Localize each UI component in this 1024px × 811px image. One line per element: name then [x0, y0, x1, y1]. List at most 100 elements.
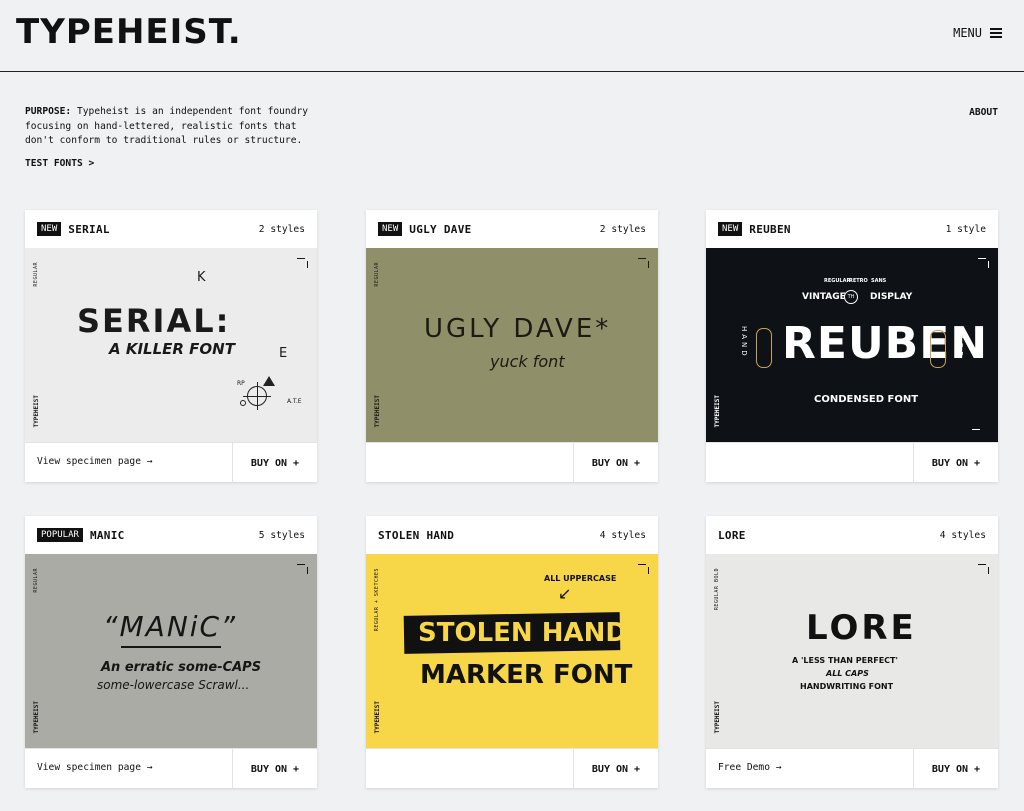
- specimen-brand: TYPEHEIST: [714, 701, 721, 734]
- card-header: POPULAR MANIC 5 styles: [25, 516, 317, 554]
- test-fonts-link[interactable]: TEST FONTS >: [25, 158, 94, 169]
- card-footer: View specimen page → BUY ON +: [25, 442, 317, 483]
- buy-on-button[interactable]: BUY ON +: [232, 443, 317, 483]
- card-header: LORE 4 styles: [706, 516, 998, 554]
- corner-mark-icon: [297, 258, 308, 268]
- hand-icon: [930, 330, 946, 368]
- specimen-main-text: STOLEN HAND: [418, 618, 627, 648]
- font-title[interactable]: LORE: [718, 529, 746, 542]
- corner-mark-icon: [972, 429, 980, 430]
- specimen-style-label: REGULAR: [33, 568, 39, 593]
- view-specimen-link[interactable]: View specimen page →: [37, 456, 153, 467]
- specimen-note-text: ALL UPPERCASE: [544, 574, 617, 583]
- hamburger-icon: [990, 28, 1002, 38]
- card-footer: BUY ON +: [366, 748, 658, 789]
- font-specimen-image[interactable]: REGULAR “MANiC” An erratic some-CAPS som…: [25, 554, 317, 748]
- card-header: STOLEN HAND 4 styles: [366, 516, 658, 554]
- card-footer: BUY ON +: [366, 442, 658, 483]
- menu-button[interactable]: MENU: [953, 26, 1002, 40]
- specimen-small-text: VINTAGE: [802, 292, 846, 302]
- specimen-brand: TYPEHEIST: [33, 395, 40, 428]
- specimen-mark-text: RP: [237, 380, 245, 387]
- specimen-sub-text: MARKER FONT: [420, 660, 633, 690]
- style-count: 2 styles: [258, 223, 305, 235]
- specimen-style-label: REGULAR: [374, 262, 380, 287]
- specimen-brand: TYPEHEIST: [33, 701, 40, 734]
- style-count: 2 styles: [599, 223, 646, 235]
- specimen-sub-text: An erratic some-CAPS: [101, 660, 262, 675]
- font-card-reuben[interactable]: NEW REUBEN 1 style REGULAR RETRO SANS VI…: [706, 210, 998, 483]
- menu-label: MENU: [953, 26, 982, 40]
- new-badge: NEW: [37, 222, 62, 236]
- font-title[interactable]: REUBEN: [749, 223, 791, 236]
- specimen-small-text: DISPLAY: [870, 292, 913, 302]
- font-specimen-image[interactable]: REGULAR BOLD LORE A 'LESS THAN PERFECT' …: [706, 554, 998, 748]
- card-footer: View specimen page → BUY ON +: [25, 748, 317, 789]
- font-specimen-image[interactable]: REGULAR RETRO SANS VINTAGE TH DISPLAY RE…: [706, 248, 998, 442]
- card-header: NEW REUBEN 1 style: [706, 210, 998, 248]
- buy-on-button[interactable]: BUY ON +: [573, 443, 658, 483]
- arrow-down-icon: ↙: [558, 584, 572, 603]
- about-link[interactable]: ABOUT: [969, 107, 998, 118]
- th-badge-icon: TH: [844, 290, 858, 304]
- specimen-small-text: REGULAR: [824, 278, 851, 284]
- new-badge: NEW: [378, 222, 403, 236]
- specimen-main-text: SERIAL:: [77, 302, 231, 340]
- view-specimen-link[interactable]: View specimen page →: [37, 762, 153, 773]
- specimen-style-label: REGULAR: [33, 262, 39, 287]
- font-card-serial[interactable]: NEW SERIAL 2 styles REGULAR K SERIAL: A …: [25, 210, 317, 483]
- buy-on-button[interactable]: BUY ON +: [573, 749, 658, 789]
- font-specimen-image[interactable]: REGULAR K SERIAL: A KILLER FONT E RP A.T…: [25, 248, 317, 442]
- style-count: 5 styles: [258, 529, 305, 541]
- buy-on-button[interactable]: BUY ON +: [232, 749, 317, 789]
- specimen-sub-text: A KILLER FONT: [109, 340, 235, 358]
- specimen-style-label: REGULAR BOLD: [714, 568, 720, 611]
- specimen-main-text: UGLY DAVE*: [424, 314, 612, 344]
- corner-mark-icon: [978, 258, 989, 268]
- font-title[interactable]: UGLY DAVE: [409, 223, 471, 236]
- style-count: 4 styles: [939, 529, 986, 541]
- specimen-style-label: REGULAR + SKETCHES: [374, 568, 380, 632]
- card-footer: BUY ON +: [706, 442, 998, 483]
- circle-icon: [240, 400, 246, 406]
- free-demo-link[interactable]: Free Demo →: [718, 762, 782, 773]
- corner-mark-icon: [978, 564, 989, 574]
- font-title[interactable]: STOLEN HAND: [378, 529, 454, 542]
- font-specimen-image[interactable]: REGULAR + SKETCHES ALL UPPERCASE ↙ STOLE…: [366, 554, 658, 748]
- font-title[interactable]: SERIAL: [68, 223, 110, 236]
- specimen-brand: TYPEHEIST: [374, 395, 381, 428]
- specimen-vertical-text: HAND: [740, 326, 748, 359]
- corner-mark-icon: [638, 564, 649, 574]
- card-header: NEW SERIAL 2 styles: [25, 210, 317, 248]
- specimen-letter: E: [279, 346, 288, 361]
- font-card-stolen-hand[interactable]: STOLEN HAND 4 styles REGULAR + SKETCHES …: [366, 516, 658, 789]
- specimen-small-text: RETRO: [849, 278, 868, 284]
- font-card-lore[interactable]: LORE 4 styles REGULAR BOLD LORE A 'LESS …: [706, 516, 998, 789]
- specimen-sub-text: HANDWRITING FONT: [800, 682, 894, 691]
- specimen-letter: K: [197, 270, 206, 285]
- style-count: 1 style: [945, 223, 986, 235]
- purpose-label: PURPOSE:: [25, 106, 72, 117]
- buy-on-button[interactable]: BUY ON +: [913, 749, 998, 789]
- specimen-vertical-text: MADE: [956, 326, 964, 359]
- specimen-small-text: SANS: [871, 278, 887, 284]
- corner-mark-icon: [297, 564, 308, 574]
- font-specimen-image[interactable]: REGULAR UGLY DAVE* yuck font TYPEHEIST: [366, 248, 658, 442]
- specimen-main-text: “MANiC”: [103, 610, 237, 643]
- site-logo[interactable]: TYPEHEIST.: [16, 12, 242, 52]
- specimen-brand: TYPEHEIST: [714, 395, 721, 428]
- specimen-sub-text: CONDENSED FONT: [814, 394, 919, 405]
- font-title[interactable]: MANIC: [90, 529, 125, 542]
- specimen-brand: TYPEHEIST: [374, 701, 381, 734]
- corner-mark-icon: [638, 258, 649, 268]
- style-count: 4 styles: [599, 529, 646, 541]
- specimen-mark-text: A.T.E: [287, 398, 302, 405]
- specimen-sub-text: A 'LESS THAN PERFECT': [792, 656, 898, 665]
- card-header: NEW UGLY DAVE 2 styles: [366, 210, 658, 248]
- buy-on-button[interactable]: BUY ON +: [913, 443, 998, 483]
- crosshair-icon: [243, 382, 271, 410]
- font-card-manic[interactable]: POPULAR MANIC 5 styles REGULAR “MANiC” A…: [25, 516, 317, 789]
- popular-badge: POPULAR: [37, 528, 83, 542]
- purpose-text: PURPOSE: Typeheist is an independent fon…: [25, 105, 325, 149]
- font-card-ugly-dave[interactable]: NEW UGLY DAVE 2 styles REGULAR UGLY DAVE…: [366, 210, 658, 483]
